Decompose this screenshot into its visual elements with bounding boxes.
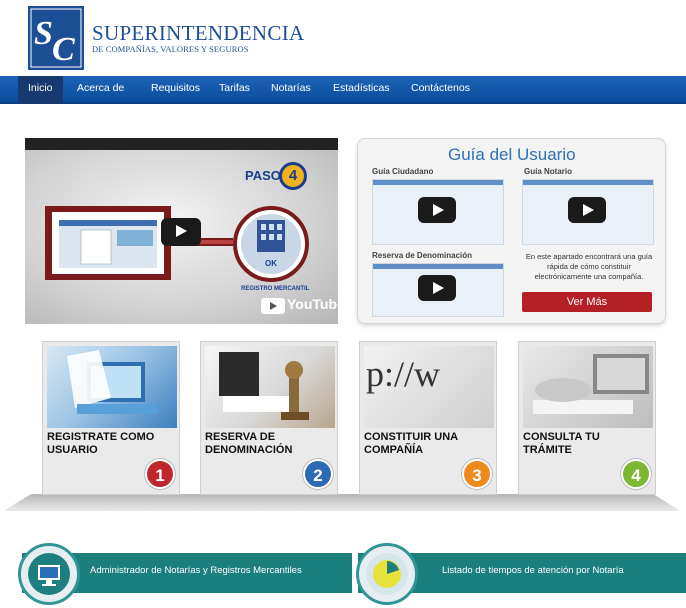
logo-icon[interactable]: S C bbox=[28, 6, 84, 70]
main-nav: Inicio Acerca de Requisitos Tarifas Nota… bbox=[0, 76, 686, 104]
step-card-3[interactable]: p://w CONSTITUIR UNA COMPAÑÍA 3 bbox=[359, 341, 497, 495]
guide-reserva-play-button[interactable] bbox=[418, 275, 456, 301]
paso-number: 4 bbox=[279, 162, 307, 190]
ok-badge-text: OK bbox=[265, 259, 277, 268]
guide-notario-label: Guía Notario bbox=[524, 167, 573, 176]
guide-description: En este apartado encontrará una guía ráp… bbox=[525, 252, 653, 281]
guide-notario-play-button[interactable] bbox=[568, 197, 606, 223]
nav-item-notarias[interactable]: Notarías bbox=[271, 82, 311, 94]
registro-caption: REGISTRO MERCANTIL bbox=[241, 286, 310, 292]
tiempos-atencion-icon-frame bbox=[356, 543, 418, 605]
step-card-1[interactable]: REGISTRATE COMO USUARIO 1 bbox=[42, 341, 180, 495]
nav-item-acerca[interactable]: Acerca de bbox=[77, 82, 124, 94]
nav-item-inicio[interactable]: Inicio bbox=[18, 76, 63, 104]
step-1-label: REGISTRATE COMO USUARIO bbox=[47, 431, 155, 456]
nav-item-tarifas[interactable]: Tarifas bbox=[219, 82, 250, 94]
svg-text:S: S bbox=[34, 15, 53, 52]
tiempos-atencion-link[interactable]: Listado de tiempos de atención por Notar… bbox=[442, 565, 624, 576]
nav-item-requisitos[interactable]: Requisitos bbox=[151, 82, 200, 94]
video-play-button[interactable] bbox=[161, 218, 201, 246]
ver-mas-button[interactable]: Ver Más bbox=[522, 292, 652, 312]
admin-notarias-icon-frame bbox=[18, 543, 80, 605]
step-4-image bbox=[523, 346, 653, 428]
step-card-2[interactable]: RESERVA DE DENOMINACIÓN 2 bbox=[200, 341, 338, 495]
step-1-number: 1 bbox=[145, 459, 175, 489]
guide-reserva-label: Reserva de Denominación bbox=[372, 251, 473, 260]
logo-text[interactable]: SUPERINTENDENCIA DE COMPAÑÍAS, VALORES Y… bbox=[92, 22, 304, 54]
admin-notarias-link[interactable]: Administrador de Notarías y Registros Me… bbox=[90, 565, 302, 576]
step-3-image: p://w bbox=[364, 346, 494, 428]
step-2-image bbox=[205, 346, 335, 428]
clock-icon bbox=[366, 553, 408, 595]
site-header: S C SUPERINTENDENCIA DE COMPAÑÍAS, VALOR… bbox=[0, 0, 686, 76]
nav-item-estadisticas[interactable]: Estadísticas bbox=[333, 82, 390, 94]
step-card-4[interactable]: CONSULTA TU TRÁMITE 4 bbox=[518, 341, 656, 495]
step-2-number: 2 bbox=[303, 459, 333, 489]
step-3-label: CONSTITUIR UNA COMPAÑÍA bbox=[364, 431, 458, 456]
org-subtitle: DE COMPAÑÍAS, VALORES Y SEGUROS bbox=[92, 44, 249, 54]
youtube-logo-text: YouTube bbox=[287, 296, 338, 312]
url-glyphs: p://w bbox=[366, 354, 440, 394]
video-player[interactable]: OK REGISTRO MERCANTIL PASO 4 YouTube bbox=[25, 138, 338, 324]
svg-text:C: C bbox=[52, 31, 75, 68]
nav-item-contactenos[interactable]: Contáctenos bbox=[411, 82, 470, 94]
user-guide-card: Guía del Usuario Guía Ciudadano Guía Not… bbox=[357, 138, 666, 324]
cards-shadow bbox=[3, 493, 681, 511]
guide-title: Guía del Usuario bbox=[448, 145, 576, 164]
org-title: SUPERINTENDENCIA bbox=[92, 21, 305, 45]
step-3-number: 3 bbox=[462, 459, 492, 489]
step-1-image bbox=[47, 346, 177, 428]
step-2-label: RESERVA DE DENOMINACIÓN bbox=[205, 431, 293, 456]
monitor-icon bbox=[28, 553, 70, 595]
guide-ciudadano-play-button[interactable] bbox=[418, 197, 456, 223]
paso-label: PASO bbox=[245, 168, 281, 183]
step-4-number: 4 bbox=[621, 459, 651, 489]
guide-ciudadano-label: Guía Ciudadano bbox=[372, 167, 434, 176]
step-4-label: CONSULTA TU TRÁMITE bbox=[523, 431, 600, 456]
